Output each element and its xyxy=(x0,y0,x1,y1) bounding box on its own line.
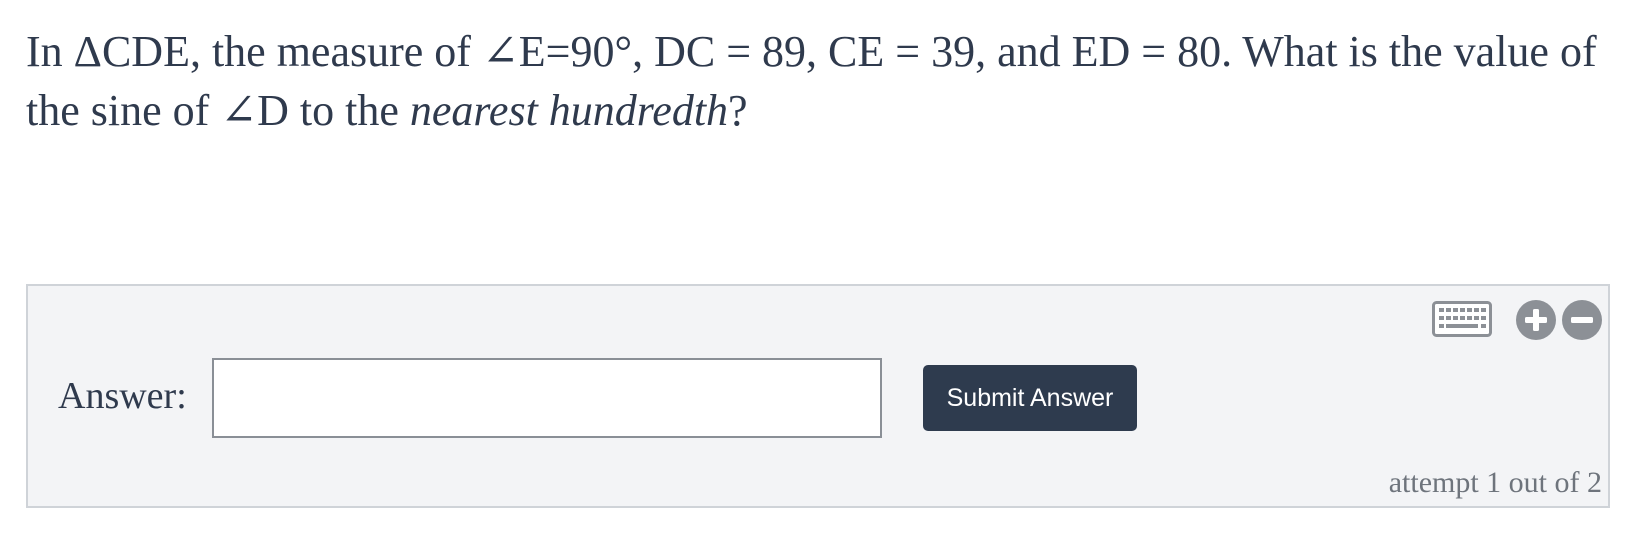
attempt-counter: attempt 1 out of 2 xyxy=(1388,466,1602,499)
plus-circle-icon xyxy=(1525,309,1547,331)
minus-circle-icon xyxy=(1571,317,1593,323)
question-text: In ΔCDE, the measure of ∠E=90°, DC = 89,… xyxy=(26,22,1626,140)
answer-input[interactable] xyxy=(212,358,882,438)
submit-answer-button[interactable]: Submit Answer xyxy=(923,365,1137,431)
answer-label: Answer: xyxy=(58,375,187,417)
question-part-2: ? xyxy=(728,86,748,135)
zoom-out-button[interactable] xyxy=(1562,300,1602,340)
zoom-in-button[interactable] xyxy=(1516,300,1556,340)
answer-panel: Answer: Submit Answer attempt 1 out of 2 xyxy=(26,284,1610,508)
keyboard-toggle-button[interactable] xyxy=(1432,301,1492,337)
question-emphasis: nearest hundredth xyxy=(409,86,729,135)
question-part-1: In ΔCDE, the measure of ∠E=90°, DC = 89,… xyxy=(26,27,1597,135)
keyboard-icon xyxy=(1432,301,1492,337)
